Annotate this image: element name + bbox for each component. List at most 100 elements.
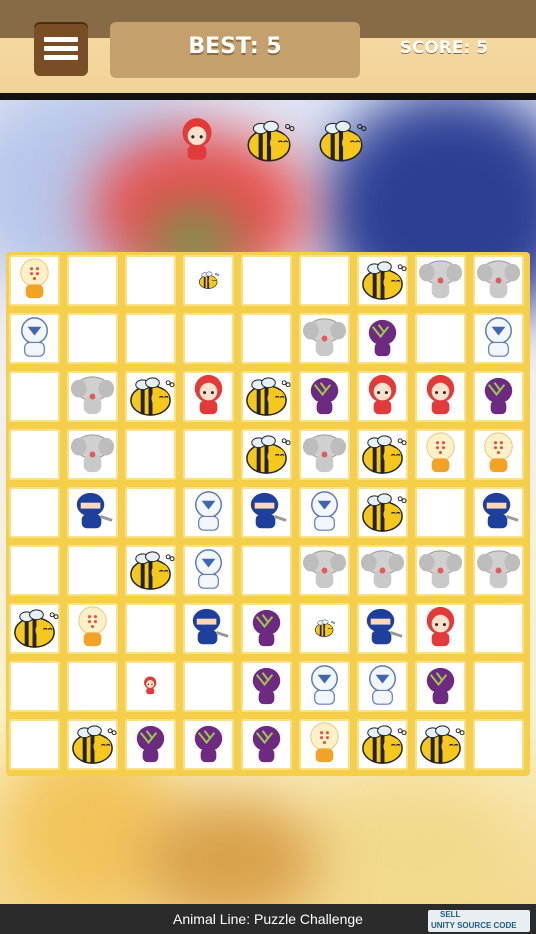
board-cell[interactable] xyxy=(241,487,292,538)
board-cell[interactable] xyxy=(357,429,408,480)
eggplant-icon[interactable] xyxy=(241,661,292,712)
board-cell[interactable] xyxy=(357,661,408,712)
board-cell[interactable] xyxy=(125,661,176,712)
robot-icon[interactable] xyxy=(9,313,60,364)
board-cell[interactable] xyxy=(9,661,60,712)
board-cell[interactable] xyxy=(67,371,118,422)
board-cell[interactable] xyxy=(299,429,350,480)
baby-icon[interactable] xyxy=(415,429,466,480)
board-cell[interactable] xyxy=(183,255,234,306)
ninja-icon[interactable] xyxy=(67,487,118,538)
board-cell[interactable] xyxy=(415,255,466,306)
board-cell[interactable] xyxy=(67,545,118,596)
board-cell[interactable] xyxy=(357,313,408,364)
board-cell[interactable] xyxy=(415,545,466,596)
baby-icon[interactable] xyxy=(67,603,118,654)
board-cell[interactable] xyxy=(183,429,234,480)
board-cell[interactable] xyxy=(357,255,408,306)
elephant-icon[interactable] xyxy=(67,429,118,480)
board-cell[interactable] xyxy=(415,719,466,770)
board-cell[interactable] xyxy=(241,603,292,654)
board-cell[interactable] xyxy=(415,313,466,364)
board-cell[interactable] xyxy=(299,545,350,596)
robot-icon[interactable] xyxy=(183,487,234,538)
board-cell[interactable] xyxy=(299,487,350,538)
board-cell[interactable] xyxy=(183,603,234,654)
board-cell[interactable] xyxy=(473,545,524,596)
board-cell[interactable] xyxy=(183,487,234,538)
board-cell[interactable] xyxy=(299,255,350,306)
baby-icon[interactable] xyxy=(9,255,60,306)
bee-icon[interactable] xyxy=(241,429,292,480)
board-cell[interactable] xyxy=(9,313,60,364)
board-cell[interactable] xyxy=(9,719,60,770)
board-cell[interactable] xyxy=(357,487,408,538)
baby-icon[interactable] xyxy=(299,719,350,770)
board-cell[interactable] xyxy=(415,487,466,538)
board-cell[interactable] xyxy=(473,719,524,770)
board-cell[interactable] xyxy=(9,603,60,654)
board-cell[interactable] xyxy=(299,603,350,654)
bee-icon[interactable] xyxy=(241,371,292,422)
board-cell[interactable] xyxy=(125,429,176,480)
board-cell[interactable] xyxy=(67,661,118,712)
board-cell[interactable] xyxy=(67,429,118,480)
board-cell[interactable] xyxy=(241,371,292,422)
board-cell[interactable] xyxy=(415,429,466,480)
board-cell[interactable] xyxy=(9,371,60,422)
board-cell[interactable] xyxy=(299,661,350,712)
board-cell[interactable] xyxy=(473,661,524,712)
bee-icon[interactable] xyxy=(299,603,350,654)
elephant-icon[interactable] xyxy=(415,545,466,596)
elephant-icon[interactable] xyxy=(473,545,524,596)
elephant-icon[interactable] xyxy=(299,313,350,364)
robot-icon[interactable] xyxy=(299,487,350,538)
board-cell[interactable] xyxy=(183,313,234,364)
elephant-icon[interactable] xyxy=(473,255,524,306)
board-cell[interactable] xyxy=(299,371,350,422)
girl-icon[interactable] xyxy=(415,603,466,654)
bee-icon[interactable] xyxy=(125,545,176,596)
board-cell[interactable] xyxy=(125,255,176,306)
eggplant-icon[interactable] xyxy=(415,661,466,712)
eggplant-icon[interactable] xyxy=(241,719,292,770)
board-cell[interactable] xyxy=(473,255,524,306)
board-cell[interactable] xyxy=(357,545,408,596)
board-cell[interactable] xyxy=(67,719,118,770)
board-cell[interactable] xyxy=(241,661,292,712)
board-cell[interactable] xyxy=(67,255,118,306)
eggplant-icon[interactable] xyxy=(183,719,234,770)
board-cell[interactable] xyxy=(241,313,292,364)
bee-icon[interactable] xyxy=(183,255,234,306)
board-cell[interactable] xyxy=(125,487,176,538)
girl-icon[interactable] xyxy=(183,371,234,422)
board-cell[interactable] xyxy=(9,487,60,538)
board-cell[interactable] xyxy=(67,313,118,364)
board-cell[interactable] xyxy=(125,313,176,364)
board-cell[interactable] xyxy=(357,603,408,654)
menu-button[interactable] xyxy=(34,22,88,76)
board-cell[interactable] xyxy=(183,371,234,422)
eggplant-icon[interactable] xyxy=(473,371,524,422)
bee-icon[interactable] xyxy=(415,719,466,770)
board-cell[interactable] xyxy=(125,545,176,596)
girl-icon[interactable] xyxy=(415,371,466,422)
board-cell[interactable] xyxy=(241,545,292,596)
elephant-icon[interactable] xyxy=(299,545,350,596)
board-cell[interactable] xyxy=(9,429,60,480)
board-cell[interactable] xyxy=(299,719,350,770)
board-cell[interactable] xyxy=(473,603,524,654)
board-cell[interactable] xyxy=(183,661,234,712)
girl-icon[interactable] xyxy=(125,661,176,712)
bee-icon[interactable] xyxy=(357,429,408,480)
ninja-icon[interactable] xyxy=(183,603,234,654)
board-cell[interactable] xyxy=(241,429,292,480)
board-cell[interactable] xyxy=(125,603,176,654)
bee-icon[interactable] xyxy=(67,719,118,770)
board-cell[interactable] xyxy=(183,545,234,596)
board-cell[interactable] xyxy=(125,371,176,422)
bee-icon[interactable] xyxy=(357,487,408,538)
elephant-icon[interactable] xyxy=(415,255,466,306)
robot-icon[interactable] xyxy=(183,545,234,596)
board-cell[interactable] xyxy=(9,545,60,596)
